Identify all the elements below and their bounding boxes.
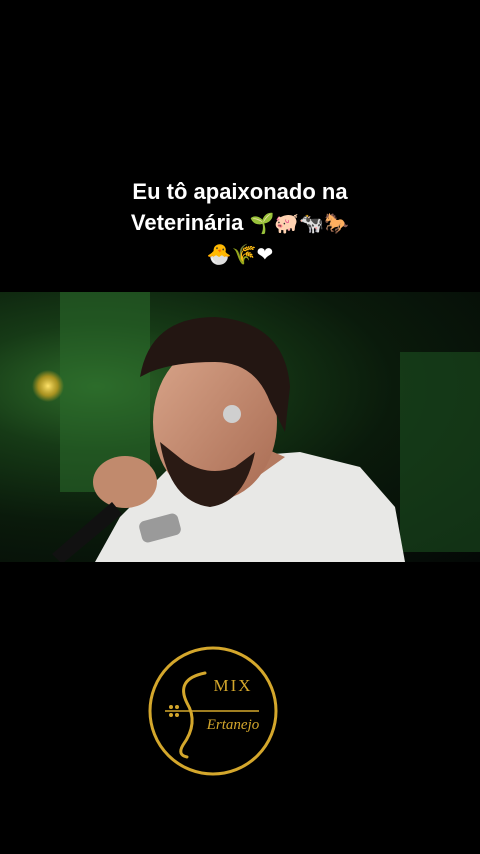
video-caption: Eu tô apaixonado na Veterinária 🌱🐖🐄🐎 🐣🌾❤ xyxy=(0,176,480,270)
logo-bottom-text: Ertanejo xyxy=(206,717,260,733)
caption-line-2-text: Veterinária xyxy=(130,210,244,235)
caption-line-1: Eu tô apaixonado na xyxy=(132,179,348,204)
mix-sertanejo-logo: MIX Ertanejo xyxy=(147,645,279,777)
stage-light xyxy=(32,370,64,402)
logo-emblem: MIX Ertanejo xyxy=(148,646,278,776)
video-frame xyxy=(32,292,480,562)
caption-line-3-emoji: 🐣🌾❤ xyxy=(206,242,274,266)
logo-top-text: MIX xyxy=(213,676,252,695)
caption-line-2-emoji: 🌱🐖🐄🐎 xyxy=(249,211,350,235)
caption-line-2: Veterinária 🌱🐖🐄🐎 xyxy=(0,207,480,239)
video-player[interactable] xyxy=(0,292,480,562)
performer-hand xyxy=(93,456,157,508)
